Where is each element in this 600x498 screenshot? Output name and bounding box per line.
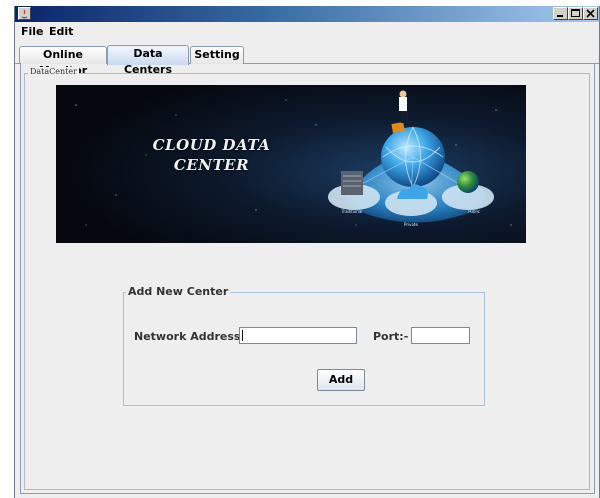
maximize-icon[interactable] [568,7,583,20]
network-address-label: Network Address:- [134,330,250,343]
tab-setting[interactable]: Setting [190,46,244,64]
cloud-data-center-banner: Traditional Private Public CLOUD DATA CE… [56,85,526,243]
tab-strip: Online Monitor Data Centers Setting [15,44,599,77]
banner-node-public: Public [468,209,480,214]
datacenter-group: DataCenter Traditional Private Public CL… [24,67,590,490]
data-centers-panel: DataCenter Traditional Private Public CL… [20,63,595,494]
add-new-center-group: Add New Center Network Address:- Port:- … [123,285,485,406]
port-label: Port:- [373,330,409,343]
banner-title: CLOUD DATA CENTER [149,135,274,175]
app-window: File Edit Online Monitor Data Centers Se… [14,6,600,498]
menu-file[interactable]: File [21,25,44,38]
add-new-center-title: Add New Center [126,285,231,298]
menu-bar: File Edit [15,22,599,42]
text-caret [242,330,243,341]
tab-data-centers[interactable]: Data Centers [107,45,189,76]
java-app-icon [18,7,31,20]
minimize-icon[interactable] [553,7,568,20]
banner-title-line2: CENTER [173,156,250,174]
datacenter-group-title: DataCenter [28,67,79,76]
port-input[interactable] [411,327,470,344]
banner-title-line1: CLOUD DATA [152,136,271,154]
banner-artwork: Traditional Private Public [56,85,526,243]
network-address-input[interactable] [239,327,357,344]
title-bar[interactable] [15,6,599,22]
banner-node-private: Private [404,222,418,227]
add-button[interactable]: Add [317,369,365,391]
banner-node-traditional: Traditional [341,209,363,214]
menu-edit[interactable]: Edit [49,25,73,38]
close-icon[interactable] [583,7,598,20]
tab-online-monitor[interactable]: Online Monitor [19,46,107,77]
